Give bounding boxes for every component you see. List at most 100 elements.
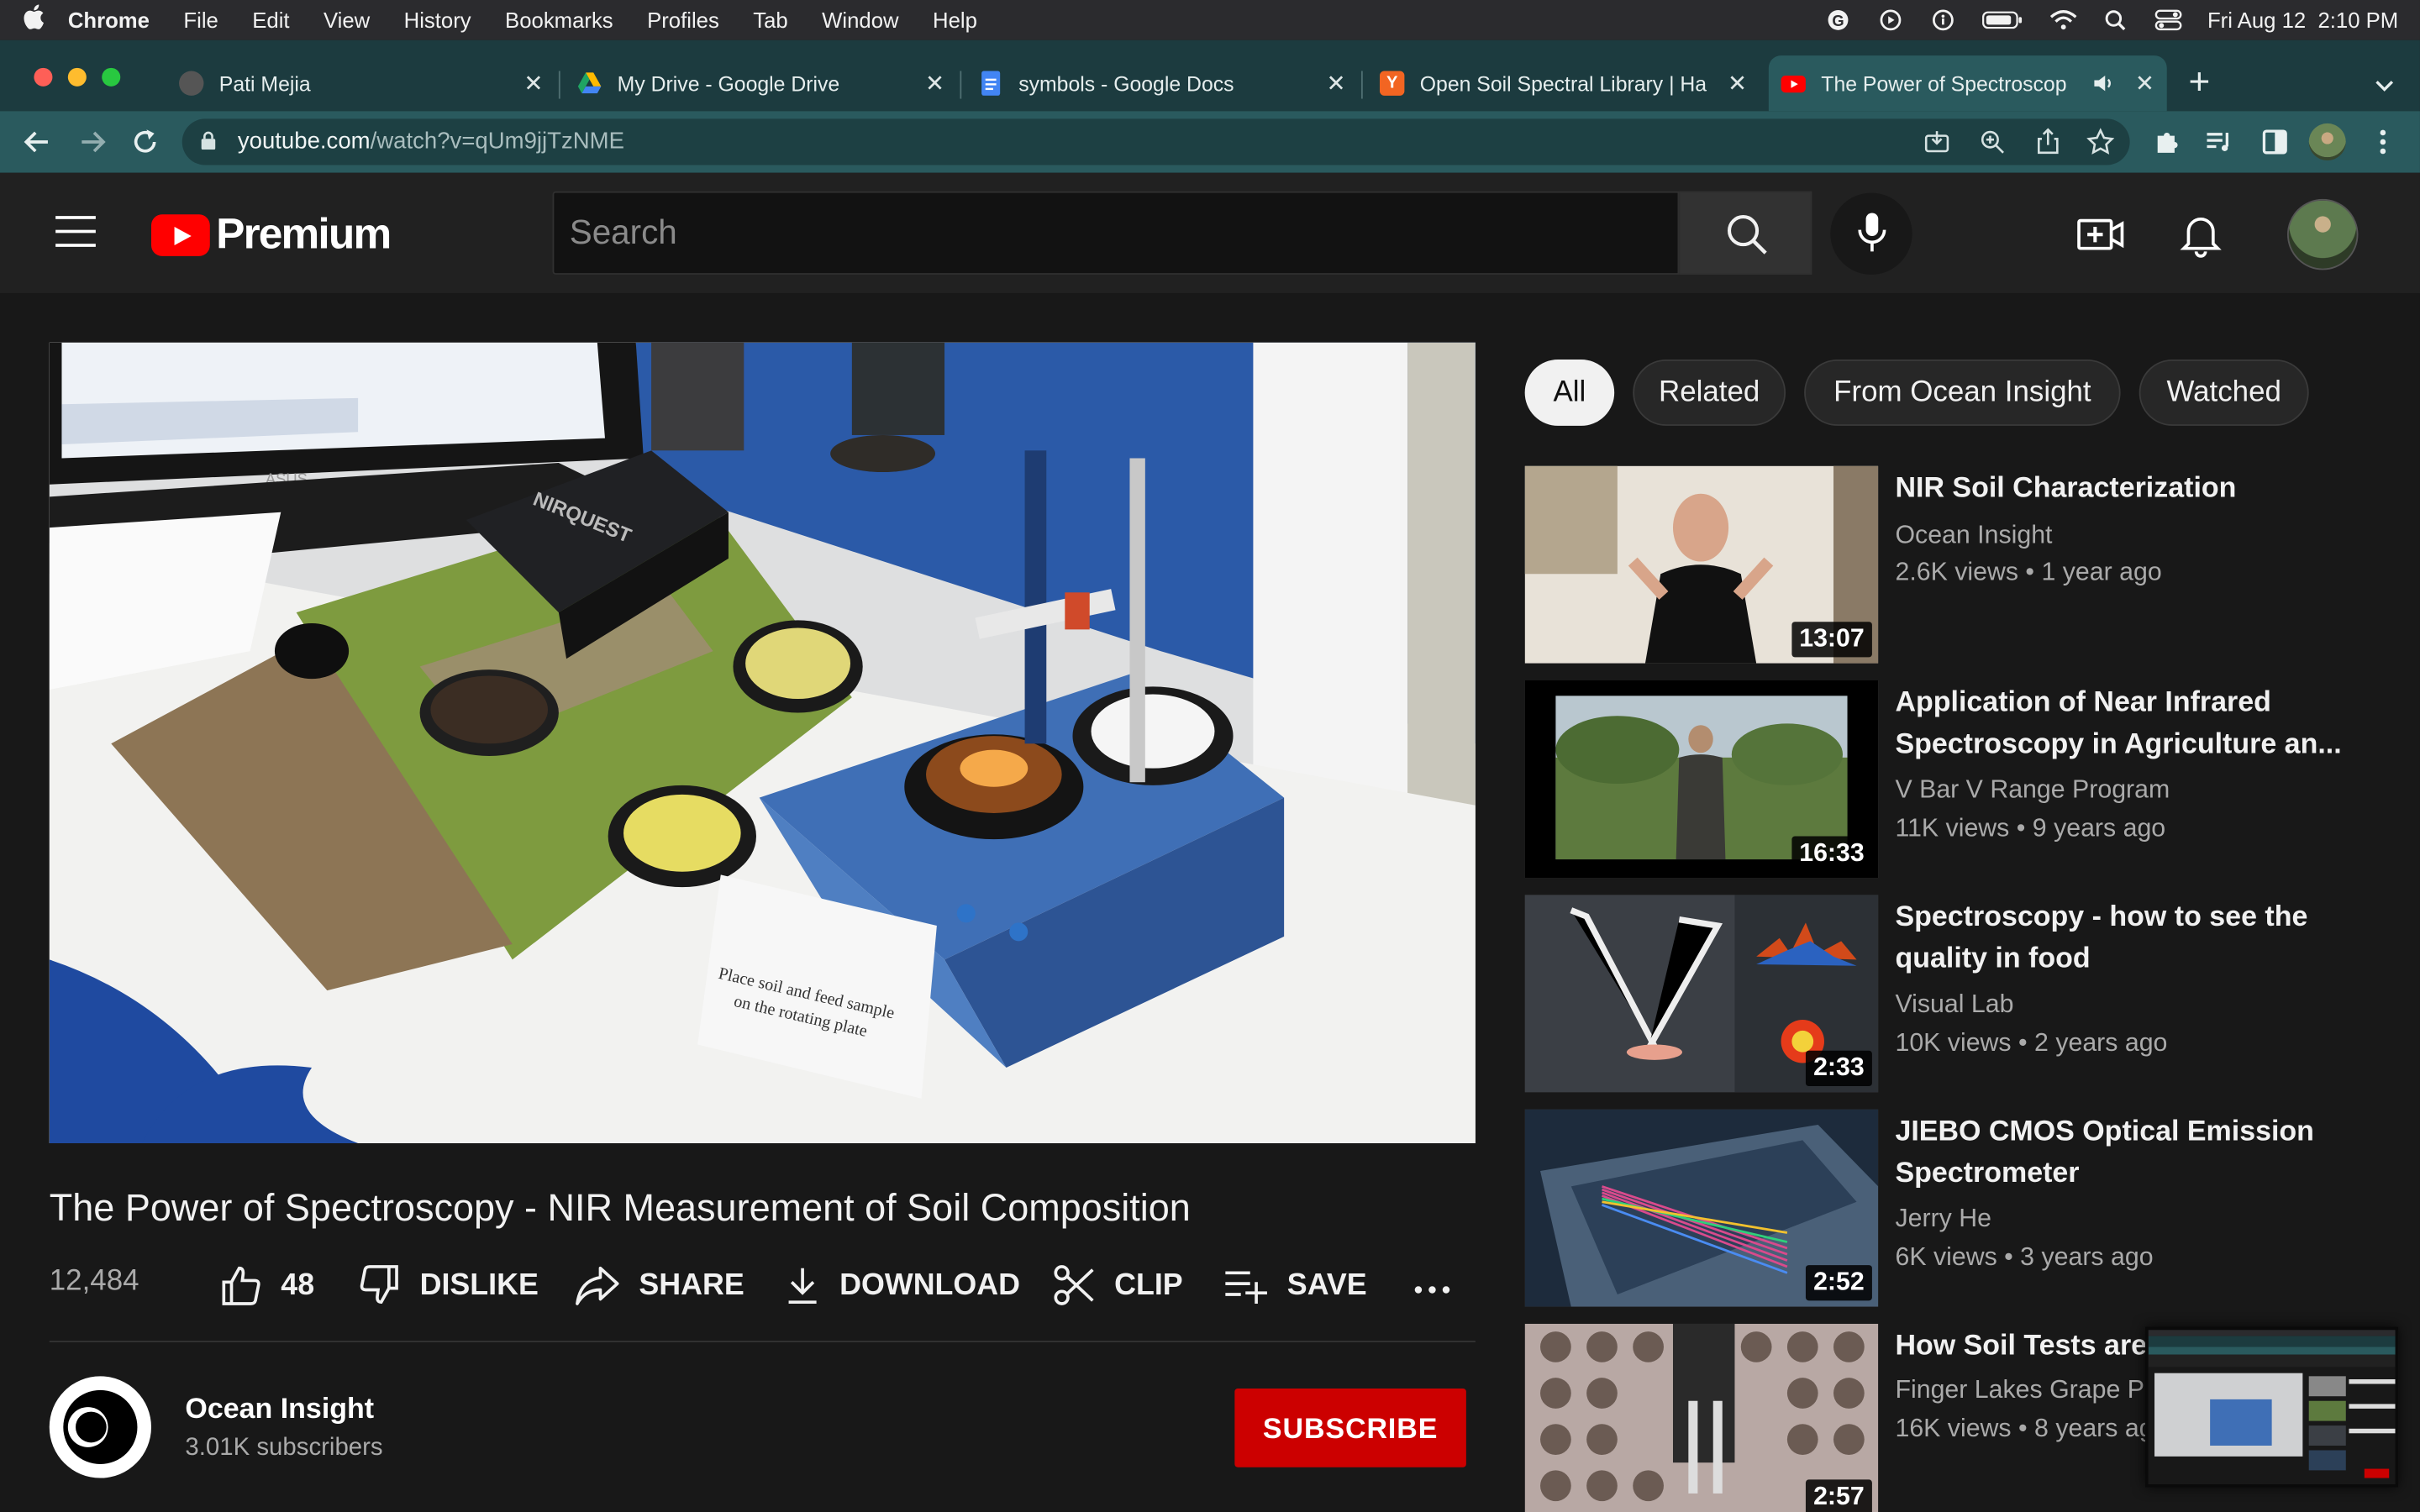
browser-tab[interactable]: Y Open Soil Spectral Library | Ha ✕	[1367, 55, 1760, 111]
tab-search-chevron-icon[interactable]	[2374, 74, 2396, 96]
extensions-puzzle-icon[interactable]	[2151, 127, 2182, 158]
video-thumbnail[interactable]: 13:07	[1524, 465, 1879, 664]
youtube-premium-logo[interactable]: Premium	[150, 210, 392, 260]
related-video-item[interactable]: 16:33 Application of Near Infrared Spect…	[1524, 680, 2390, 879]
tab-close-icon[interactable]: ✕	[2135, 70, 2154, 97]
create-video-icon[interactable]	[2075, 210, 2125, 260]
notifications-bell-icon[interactable]	[2176, 210, 2226, 260]
clip-button[interactable]: CLIP	[1053, 1259, 1183, 1311]
channel-name[interactable]: Ocean Insight	[185, 1392, 374, 1425]
youtube-header: Premium	[0, 172, 2420, 293]
tab-close-icon[interactable]: ✕	[523, 70, 543, 97]
chip-watched[interactable]: Watched	[2139, 359, 2309, 426]
related-video-channel[interactable]: Visual Lab	[1895, 990, 2013, 1020]
menu-history[interactable]: History	[404, 8, 471, 32]
search-input[interactable]	[554, 192, 1678, 274]
browser-tab[interactable]: Pati Mejia ✕	[166, 55, 555, 111]
like-button[interactable]: 48	[219, 1259, 314, 1311]
screenshot-thumbnail-preview[interactable]	[2145, 1326, 2399, 1488]
download-button[interactable]: DOWNLOAD	[784, 1259, 1020, 1311]
related-video-title[interactable]: JIEBO CMOS Optical Emission Spectrometer	[1895, 1110, 2343, 1193]
account-avatar[interactable]	[2286, 198, 2359, 270]
related-video-channel[interactable]: Finger Lakes Grape Pr	[1895, 1376, 2153, 1405]
browser-tab-active[interactable]: The Power of Spectroscop ✕	[1768, 55, 2167, 112]
share-button[interactable]: SHARE	[574, 1259, 744, 1311]
back-arrow-icon[interactable]	[22, 127, 53, 158]
menu-app-name[interactable]: Chrome	[68, 8, 150, 32]
video-thumbnail[interactable]: 2:33	[1524, 895, 1879, 1093]
save-button[interactable]: SAVE	[1223, 1259, 1367, 1311]
related-video-title[interactable]: Application of Near Infrared Spectroscop…	[1895, 680, 2343, 764]
download-icon	[788, 1268, 817, 1305]
video-player[interactable]: ASUS NIRQUEST Place soil and feed sample…	[49, 342, 1476, 1143]
tab-close-icon[interactable]: ✕	[1327, 70, 1346, 97]
grammarly-icon[interactable]: G	[1824, 9, 1852, 31]
menu-help[interactable]: Help	[933, 8, 977, 32]
view-count: 12,484	[49, 1265, 139, 1298]
related-video-title[interactable]: NIR Soil Characterization	[1895, 466, 2343, 508]
browser-tab[interactable]: My Drive - Google Drive ✕	[565, 55, 957, 111]
apple-menu-icon[interactable]	[0, 4, 68, 36]
address-bar[interactable]: youtube.com/watch?v=qUm9jjTzNME	[182, 118, 2130, 165]
search-box[interactable]	[552, 191, 1680, 275]
bookmark-star-icon[interactable]	[2086, 128, 2115, 155]
video-thumbnail[interactable]: 2:52	[1524, 1109, 1879, 1307]
battery-icon[interactable]	[1982, 9, 2025, 31]
related-video-item[interactable]: 2:52 JIEBO CMOS Optical Emission Spectro…	[1524, 1109, 2390, 1307]
zoom-icon[interactable]	[1979, 128, 2007, 155]
tab-close-icon[interactable]: ✕	[925, 70, 944, 97]
play-circle-icon[interactable]	[1877, 9, 1905, 31]
related-video-channel[interactable]: Jerry He	[1895, 1205, 1991, 1234]
guide-menu-icon[interactable]	[55, 216, 96, 247]
chip-related[interactable]: Related	[1633, 359, 1786, 426]
new-tab-plus-icon[interactable]: +	[2188, 61, 2210, 104]
scissors-icon	[1054, 1265, 1094, 1305]
subscribe-button[interactable]: SUBSCRIBE	[1234, 1389, 1466, 1467]
menu-view[interactable]: View	[324, 8, 370, 32]
side-panel-icon[interactable]	[2260, 127, 2291, 158]
media-controls-icon[interactable]	[2204, 127, 2235, 158]
menu-window[interactable]: Window	[822, 8, 898, 32]
chip-all[interactable]: All	[1524, 359, 1615, 426]
dislike-button[interactable]: DISLIKE	[358, 1259, 539, 1311]
window-minimize-button[interactable]	[67, 67, 87, 87]
tab-audio-icon[interactable]	[2093, 72, 2115, 94]
menu-tab[interactable]: Tab	[753, 8, 787, 32]
url-text: youtube.com/watch?v=qUm9jjTzNME	[238, 128, 624, 154]
wifi-icon[interactable]	[2050, 9, 2078, 31]
profile-avatar-icon[interactable]	[2308, 123, 2346, 161]
search-button[interactable]	[1679, 191, 1812, 275]
window-close-button[interactable]	[34, 67, 53, 87]
install-app-icon[interactable]	[1923, 128, 1951, 155]
video-thumbnail[interactable]: 2:57	[1524, 1323, 1879, 1512]
more-actions-button[interactable]	[1411, 1259, 1472, 1311]
tab-close-icon[interactable]: ✕	[1728, 70, 1747, 97]
share-page-icon[interactable]	[2034, 128, 2062, 155]
browser-tab[interactable]: symbols - Google Docs ✕	[966, 55, 1359, 111]
accessibility-icon[interactable]	[1929, 9, 1957, 31]
voice-search-button[interactable]	[1830, 192, 1912, 275]
video-thumbnail[interactable]: 16:33	[1524, 680, 1879, 879]
channel-avatar[interactable]	[49, 1376, 151, 1478]
menu-bookmarks[interactable]: Bookmarks	[505, 8, 613, 32]
chrome-menu-kebab-icon[interactable]	[2367, 127, 2398, 158]
related-video-title[interactable]: Spectroscopy - how to see the quality in…	[1895, 895, 2343, 978]
menubar-clock[interactable]: Fri Aug 12 2:10 PM	[2207, 8, 2398, 32]
control-center-icon[interactable]	[2155, 9, 2183, 31]
related-video-item[interactable]: 13:07 NIR Soil Characterization Ocean In…	[1524, 465, 2390, 664]
dislike-label: DISLIKE	[419, 1267, 539, 1302]
related-video-item[interactable]: 2:33 Spectroscopy - how to see the quali…	[1524, 895, 2390, 1093]
menu-file[interactable]: File	[183, 8, 218, 32]
menu-profiles[interactable]: Profiles	[647, 8, 719, 32]
forward-arrow-icon[interactable]	[77, 127, 108, 158]
browser-toolbar: youtube.com/watch?v=qUm9jjTzNME	[0, 111, 2420, 173]
lock-icon[interactable]	[201, 131, 216, 150]
menu-edit[interactable]: Edit	[252, 8, 289, 32]
window-zoom-button[interactable]	[102, 67, 121, 87]
chip-from-ocean-insight[interactable]: From Ocean Insight	[1804, 359, 2121, 426]
related-video-channel[interactable]: Ocean Insight	[1895, 522, 2052, 551]
related-video-channel[interactable]: V Bar V Range Program	[1895, 776, 2170, 806]
related-video-meta: 16K views • 8 years ag	[1895, 1415, 2154, 1443]
spotlight-search-icon[interactable]	[2102, 9, 2130, 31]
reload-icon[interactable]	[129, 127, 160, 158]
